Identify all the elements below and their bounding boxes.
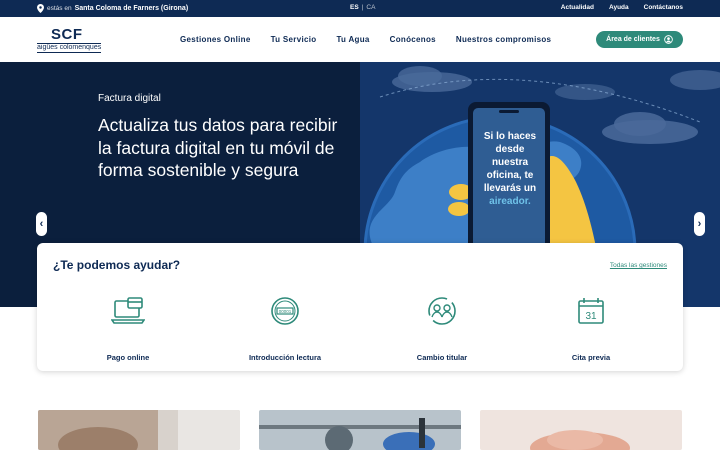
user-icon [664, 35, 673, 44]
lang-separator: | [361, 4, 364, 11]
carousel-next-button[interactable]: › [694, 212, 705, 236]
news-image-3[interactable] [480, 410, 682, 450]
help-card: ¿Te podemos ayudar? Todas las gestiones … [37, 243, 683, 371]
area-clientes-label: Área de clientes [606, 36, 660, 43]
location-pin-icon [37, 4, 44, 13]
main-header: SCF aigües colomenques Gestiones Online … [0, 17, 720, 62]
location-selector[interactable]: estás en Santa Coloma de Farners (Girona… [37, 4, 188, 13]
service-cambio-titular[interactable]: Cambio titular [372, 295, 512, 362]
service-label: Cita previa [571, 353, 611, 362]
news-photo-care [480, 410, 682, 450]
main-nav: Gestiones Online Tu Servicio Tu Agua Con… [180, 35, 551, 44]
chevron-right-icon: › [697, 218, 702, 230]
lang-ca[interactable]: CA [366, 4, 375, 11]
laptop-card-icon [110, 297, 146, 324]
location-name: Santa Coloma de Farners (Girona) [74, 5, 189, 12]
svg-text:00001: 00001 [279, 309, 292, 314]
lang-es[interactable]: ES [350, 4, 359, 11]
chevron-left-icon: ‹ [39, 218, 44, 230]
top-links: Actualidad Ayuda Contáctanos [561, 4, 683, 11]
nav-gestiones-online[interactable]: Gestiones Online [180, 35, 251, 44]
carousel-prev-button[interactable]: ‹ [36, 212, 47, 236]
calendar-day-text: 31 [585, 311, 597, 322]
link-actualidad[interactable]: Actualidad [561, 4, 594, 11]
nav-tu-servicio[interactable]: Tu Servicio [271, 35, 317, 44]
phone-text-main: Si lo haces desde nuestra oficina, te ll… [483, 131, 537, 194]
news-image-2[interactable] [259, 410, 461, 450]
service-pago-online[interactable]: Pago online [58, 295, 198, 362]
link-contactanos[interactable]: Contáctanos [644, 4, 683, 11]
service-introduccion-lectura[interactable]: 00001 Introducción lectura [215, 295, 355, 362]
logo-acronym: SCF [51, 26, 83, 43]
help-title: ¿Te podemos ayudar? [53, 258, 181, 272]
news-image-1[interactable] [38, 410, 240, 450]
language-switcher: ES | CA [350, 4, 375, 11]
phone-text-accent: aireador. [489, 196, 531, 207]
service-label: Pago online [106, 353, 150, 362]
top-bar: estás en Santa Coloma de Farners (Girona… [0, 0, 720, 17]
news-photo-worker [259, 410, 461, 450]
phone-screen-text: Si lo haces desde nuestra oficina, te ll… [480, 130, 540, 208]
service-label: Introducción lectura [248, 353, 322, 362]
nav-tu-agua[interactable]: Tu Agua [336, 35, 369, 44]
site-logo[interactable]: SCF aigües colomenques [37, 27, 101, 53]
area-clientes-button[interactable]: Área de clientes [596, 31, 683, 48]
service-cita-previa[interactable]: 31 Cita previa [521, 295, 661, 362]
hero-kicker: Factura digital [98, 93, 161, 104]
logo-subtitle: aigües colomenques [37, 43, 102, 53]
nav-conocenos[interactable]: Conócenos [390, 35, 436, 44]
service-label: Cambio titular [416, 353, 468, 362]
calendar-icon: 31 [578, 298, 604, 324]
location-prefix: estás en [47, 5, 72, 12]
water-meter-icon: 00001 [271, 297, 299, 325]
nav-nuestros-compromisos[interactable]: Nuestros compromisos [456, 35, 551, 44]
people-exchange-icon [428, 297, 456, 325]
hero-headline: Actualiza tus datos para recibir la fact… [98, 115, 338, 180]
link-ayuda[interactable]: Ayuda [609, 4, 629, 11]
news-photo-hands [38, 410, 240, 450]
all-gestiones-link[interactable]: Todas las gestiones [610, 262, 667, 269]
